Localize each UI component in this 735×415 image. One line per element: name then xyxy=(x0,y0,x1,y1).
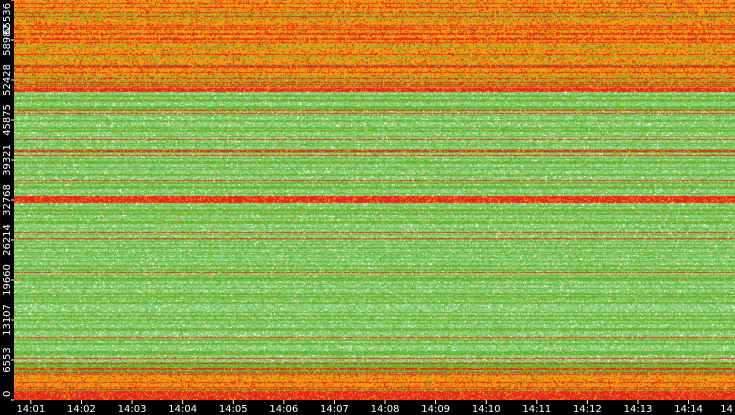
x-tick-label: 14 xyxy=(720,404,733,415)
x-tick-label: 14:14 xyxy=(674,404,703,415)
x-tick-label: 14:13 xyxy=(624,404,653,415)
x-tick-label: 14:10 xyxy=(472,404,501,415)
y-tick-label: 26214 xyxy=(2,224,13,256)
x-tick-label: 14:11 xyxy=(522,404,551,415)
x-tick-label: 14:02 xyxy=(67,404,96,415)
x-tick-label: 14:12 xyxy=(573,404,602,415)
x-axis: 14:01 14:02 14:03 14:04 14:05 14:06 14:07 14:08… xyxy=(16,400,733,415)
x-tick-label: 14:07 xyxy=(320,404,349,415)
y-tick-label: 19660 xyxy=(2,264,13,296)
y-tick-label: 52428 xyxy=(2,64,13,96)
y-tick-label: 65536 xyxy=(2,3,13,35)
y-tick-label: 39321 xyxy=(2,144,13,176)
y-tick-label: 6553 xyxy=(2,347,13,372)
x-tick-label: 14:04 xyxy=(168,404,197,415)
chart-axes: 14:01 14:02 14:03 14:04 14:05 14:06 14:07 14:08… xyxy=(2,0,733,415)
y-tick-label: 45875 xyxy=(2,104,13,136)
y-tick-label: 0 xyxy=(2,391,13,397)
x-tick-label: 14:08 xyxy=(371,404,400,415)
x-tick-label: 14:05 xyxy=(219,404,248,415)
y-tick-label: 32768 xyxy=(2,184,13,216)
y-axis: 0 6553 13107 19660 26214 32768 39321 45875 52428… xyxy=(2,0,14,401)
heatmap-chart: 14:01 14:02 14:03 14:04 14:05 14:06 14:07 14:08… xyxy=(0,0,735,415)
y-tick-label: 13107 xyxy=(2,304,13,336)
x-tick-label: 14:06 xyxy=(269,404,298,415)
x-tick-label: 14:01 xyxy=(16,404,45,415)
x-tick-label: 14:09 xyxy=(421,404,450,415)
x-tick-label: 14:03 xyxy=(118,404,147,415)
